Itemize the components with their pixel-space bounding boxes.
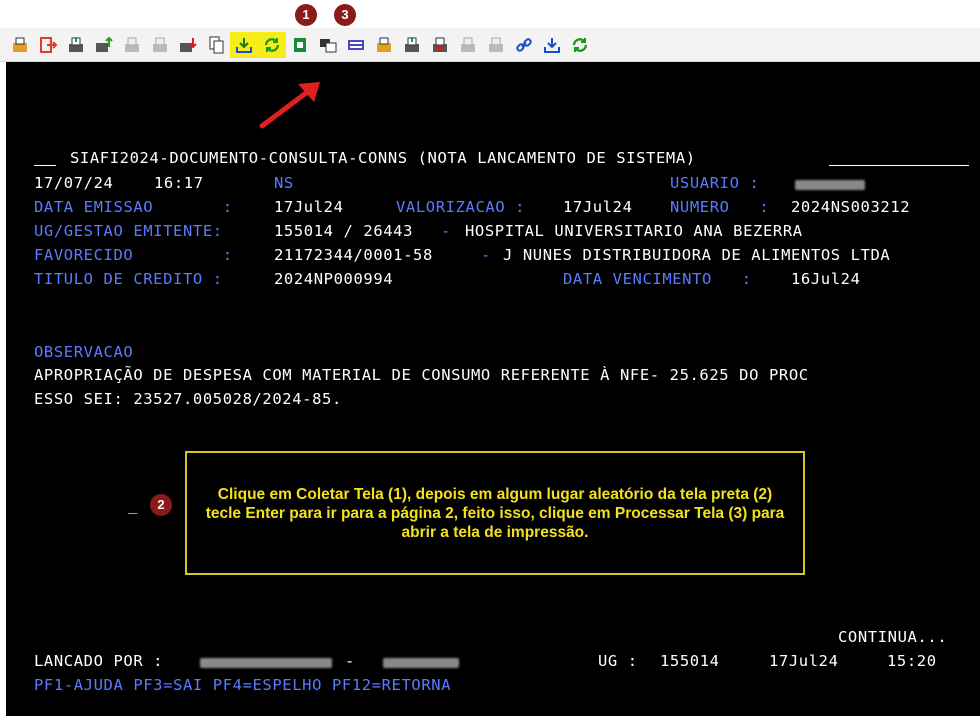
continua-text: CONTINUA...: [838, 628, 948, 646]
favorecido-label: FAVORECIDO :: [34, 246, 233, 264]
print-disabled-2-icon[interactable]: [146, 32, 174, 58]
exit-icon[interactable]: [34, 32, 62, 58]
download-icon[interactable]: [538, 32, 566, 58]
lancado-redacted-2: [383, 658, 459, 668]
toolbar: [0, 28, 980, 62]
usuario-redacted: [795, 180, 865, 190]
footer-date: 17Jul24: [769, 652, 839, 670]
header-underline-right: [829, 165, 969, 166]
print-gray-2-icon[interactable]: [482, 32, 510, 58]
refresh-icon[interactable]: [566, 32, 594, 58]
terminal-time: 16:17: [154, 174, 204, 192]
top-strip: [0, 0, 980, 28]
footer-time: 15:20: [887, 652, 937, 670]
data-emissao-value: 17Jul24: [274, 198, 344, 216]
valorizacao-value: 17Jul24: [563, 198, 633, 216]
terminal-date: 17/07/24: [34, 174, 114, 192]
favorecido-value: 21172344/0001-58: [274, 246, 433, 264]
print-disabled-icon[interactable]: [118, 32, 146, 58]
copy-icon[interactable]: [202, 32, 230, 58]
print-green-icon[interactable]: [398, 32, 426, 58]
vencimento-value: 16Jul24: [791, 270, 861, 288]
link-icon[interactable]: [510, 32, 538, 58]
coletar-tela-icon[interactable]: [230, 31, 258, 58]
usuario-label: USUARIO :: [670, 174, 760, 192]
lancado-separator: -: [345, 652, 355, 670]
transfer-down-icon[interactable]: [174, 32, 202, 58]
pf-keys: PF1-AJUDA PF3=SAI PF4=ESPELHO PF12=RETOR…: [34, 676, 452, 694]
lancado-redacted-1: [200, 658, 332, 668]
doc-type: NS: [274, 174, 294, 192]
annotation-badge-3: 3: [334, 4, 356, 26]
titulo-value: 2024NP000994: [274, 270, 394, 288]
header-underline-left: [34, 165, 56, 166]
print-screen-icon[interactable]: [62, 32, 90, 58]
titulo-label: TITULO DE CREDITO :: [34, 270, 223, 288]
observacao-line-1: APROPRIAÇÃO DE DESPESA COM MATERIAL DE C…: [34, 366, 809, 384]
data-emissao-label: DATA EMISSAO :: [34, 198, 233, 216]
vencimento-label: DATA VENCIMENTO :: [563, 270, 752, 288]
numero-label: NUMERO :: [670, 198, 770, 216]
ug-separator: -: [441, 222, 451, 240]
print-gray-icon[interactable]: [454, 32, 482, 58]
ug-label: UG/GESTAO EMITENTE:: [34, 222, 223, 240]
copy-window-icon[interactable]: [314, 32, 342, 58]
keyboard-icon[interactable]: [342, 32, 370, 58]
favorecido-separator: -: [481, 246, 491, 264]
annotation-badge-2: 2: [150, 494, 172, 516]
open-folder-icon[interactable]: [6, 32, 34, 58]
ug-name: HOSPITAL UNIVERSITARIO ANA BEZERRA: [465, 222, 803, 240]
lancado-label: LANCADO POR :: [34, 652, 164, 670]
instruction-tooltip: Clique em Coletar Tela (1), depois em al…: [185, 451, 805, 575]
numero-value: 2024NS003212: [791, 198, 911, 216]
annotation-badge-1: 1: [295, 4, 317, 26]
print-red-icon[interactable]: [426, 32, 454, 58]
header-title: SIAFI2024-DOCUMENTO-CONSULTA-CONNS (NOTA…: [70, 149, 696, 167]
ug-footer-value: 155014: [660, 652, 720, 670]
folder-icon[interactable]: [370, 32, 398, 58]
transfer-up-icon[interactable]: [90, 32, 118, 58]
favorecido-name: J NUNES DISTRIBUIDORA DE ALIMENTOS LTDA: [503, 246, 891, 264]
terminal-cursor: _: [128, 496, 138, 514]
observacao-label: OBSERVACAO: [34, 343, 134, 361]
ug-value: 155014 / 26443: [274, 222, 414, 240]
ug-footer-label: UG :: [598, 652, 638, 670]
spreadsheet-icon[interactable]: [286, 32, 314, 58]
instruction-text: Clique em Coletar Tela (1), depois em al…: [205, 485, 785, 541]
observacao-line-2: ESSO SEI: 23527.005028/2024-85.: [34, 390, 342, 408]
pointer-arrow-icon: [259, 82, 320, 129]
valorizacao-label: VALORIZACAO :: [396, 198, 526, 216]
processar-tela-icon[interactable]: [258, 31, 286, 58]
